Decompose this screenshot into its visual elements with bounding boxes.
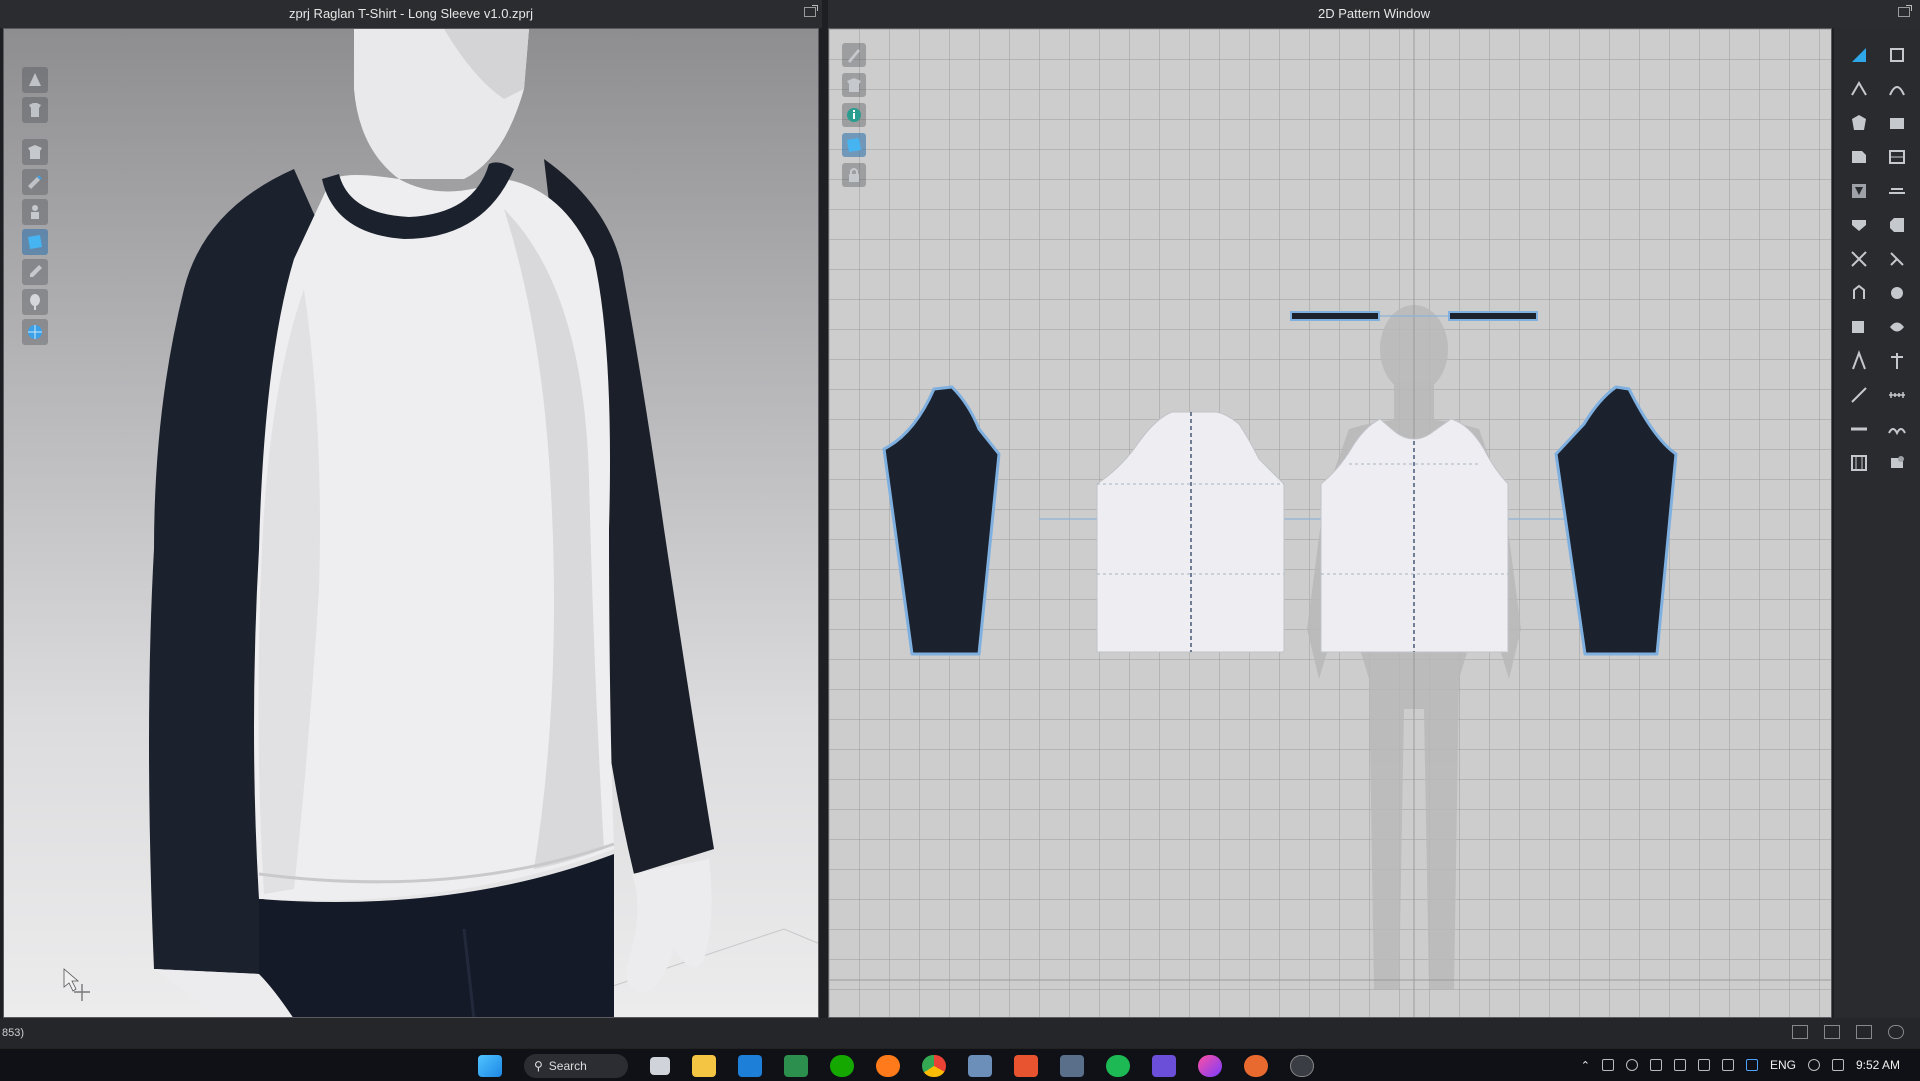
edit-point-icon[interactable]: [1840, 72, 1878, 106]
firefox-icon[interactable]: [876, 1055, 900, 1077]
brush-icon[interactable]: [22, 259, 48, 285]
detach-2d-icon[interactable]: [1898, 5, 1912, 17]
simulation-icon[interactable]: [22, 67, 48, 93]
pattern-window-title: 2D Pattern Window: [828, 0, 1920, 28]
clo3d-icon[interactable]: [1152, 1055, 1176, 1077]
status-text: 853): [2, 1027, 25, 1039]
texture-edit-icon[interactable]: [842, 133, 866, 157]
chrome-icon[interactable]: [922, 1055, 946, 1077]
edit-pattern-icon[interactable]: [22, 169, 48, 195]
store-icon[interactable]: [1014, 1055, 1038, 1077]
windows-start-icon[interactable]: [478, 1055, 502, 1077]
settings-app-icon[interactable]: [1290, 1055, 1314, 1077]
dart-icon[interactable]: [1840, 174, 1878, 208]
refresh-icon[interactable]: [1888, 1025, 1904, 1039]
mail-icon[interactable]: [738, 1055, 762, 1077]
measure-icon[interactable]: [1840, 378, 1878, 412]
layout-2d-icon[interactable]: [1856, 1025, 1872, 1039]
file-explorer-icon[interactable]: [692, 1055, 716, 1077]
pattern-canvas: [829, 29, 1831, 1017]
toolbar-3d: [18, 67, 52, 349]
collar-piece-right: [1448, 311, 1538, 321]
elastic-icon[interactable]: [1840, 310, 1878, 344]
ellipse-icon[interactable]: [1840, 140, 1878, 174]
viewport-3d[interactable]: [3, 28, 819, 1018]
tray-pen-icon[interactable]: [1745, 1059, 1758, 1071]
notch-icon[interactable]: [1878, 174, 1916, 208]
internal-polygon-icon[interactable]: [1878, 140, 1916, 174]
puckering-icon[interactable]: [1878, 412, 1916, 446]
seam-line-icon[interactable]: [1840, 208, 1878, 242]
tray-cloud-icon[interactable]: [1625, 1059, 1638, 1071]
search-icon: ⚲: [534, 1059, 543, 1073]
upwork-icon[interactable]: [830, 1055, 854, 1077]
search-button[interactable]: ⚲ Search: [524, 1054, 628, 1078]
tray-monitor-icon[interactable]: [1649, 1059, 1662, 1071]
toolbar-2d: [839, 43, 869, 193]
clock[interactable]: 9:52 AM: [1856, 1058, 1900, 1072]
windows-taskbar: ⚲ Search ⌃ ENG 9:52 AM: [0, 1048, 1920, 1081]
avatar-3d-render: [63, 29, 818, 1017]
bold-text-icon[interactable]: [1878, 344, 1916, 378]
fold-icon[interactable]: [1840, 242, 1878, 276]
info-icon[interactable]: [842, 103, 866, 127]
graphic-icon[interactable]: [1840, 446, 1878, 480]
viewport-3d-title: zprj Raglan T-Shirt - Long Sleeve v1.0.z…: [0, 0, 822, 28]
pleat-icon[interactable]: [1878, 446, 1916, 480]
tray-sound-app-icon[interactable]: [1697, 1059, 1710, 1071]
tray-usb-icon[interactable]: [1673, 1059, 1686, 1071]
ruler-icon[interactable]: [1878, 378, 1916, 412]
file-title: zprj Raglan T-Shirt - Long Sleeve v1.0.z…: [289, 6, 533, 21]
finance-app-icon[interactable]: [784, 1055, 808, 1077]
select-pattern-icon[interactable]: [1840, 38, 1878, 72]
spotify-icon[interactable]: [1106, 1055, 1130, 1077]
task-view-icon[interactable]: [650, 1057, 670, 1075]
layout-3d-icon[interactable]: [1824, 1025, 1840, 1039]
transform-icon[interactable]: [22, 199, 48, 225]
media-app-icon[interactable]: [1198, 1055, 1222, 1077]
pattern-window-2d[interactable]: [828, 28, 1832, 1018]
detach-3d-icon[interactable]: [804, 5, 818, 17]
collar-piece-left: [1290, 311, 1380, 321]
curve-point-icon[interactable]: [1878, 72, 1916, 106]
tray-keyboard-icon[interactable]: [1721, 1059, 1734, 1071]
layout-single-icon[interactable]: [1792, 1025, 1808, 1039]
photos-icon[interactable]: [968, 1055, 992, 1077]
tray-chevron-icon[interactable]: ⌃: [1581, 1059, 1590, 1072]
topstitch-icon[interactable]: [1878, 310, 1916, 344]
sleeve-piece-right: [1554, 385, 1678, 656]
pattern-toolbar-right: [1834, 28, 1920, 1018]
avatar-icon[interactable]: [22, 97, 48, 123]
calculator-icon[interactable]: [1060, 1055, 1084, 1077]
polygon-icon[interactable]: [1840, 106, 1878, 140]
gridline-icon[interactable]: [1840, 412, 1878, 446]
select-mesh-icon[interactable]: [22, 139, 48, 165]
sphere-icon[interactable]: [22, 319, 48, 345]
free-sewing-icon[interactable]: [1878, 208, 1916, 242]
edit-curvature-icon[interactable]: [842, 73, 866, 97]
sleeve-piece-left: [882, 385, 1001, 656]
rectangle-icon[interactable]: [1878, 106, 1916, 140]
pin-icon[interactable]: [22, 289, 48, 315]
search-label: Search: [548, 1059, 587, 1073]
text-icon[interactable]: [1840, 344, 1878, 378]
tray-app-icon[interactable]: [1601, 1059, 1614, 1071]
transform-point-icon[interactable]: [1878, 38, 1916, 72]
wifi-icon[interactable]: [1807, 1059, 1820, 1071]
browser-app-icon[interactable]: [1244, 1055, 1268, 1077]
button-icon[interactable]: [1878, 276, 1916, 310]
language-indicator[interactable]: ENG: [1770, 1058, 1796, 1072]
transform-pattern-icon[interactable]: [842, 43, 866, 67]
trim-icon[interactable]: [1878, 242, 1916, 276]
volume-icon[interactable]: [1831, 1059, 1844, 1071]
zipper-icon[interactable]: [1840, 276, 1878, 310]
texture-icon[interactable]: [22, 229, 48, 255]
pattern-window-label: 2D Pattern Window: [1318, 6, 1430, 21]
status-bar: 853): [0, 1018, 1920, 1048]
lock-icon[interactable]: [842, 163, 866, 187]
